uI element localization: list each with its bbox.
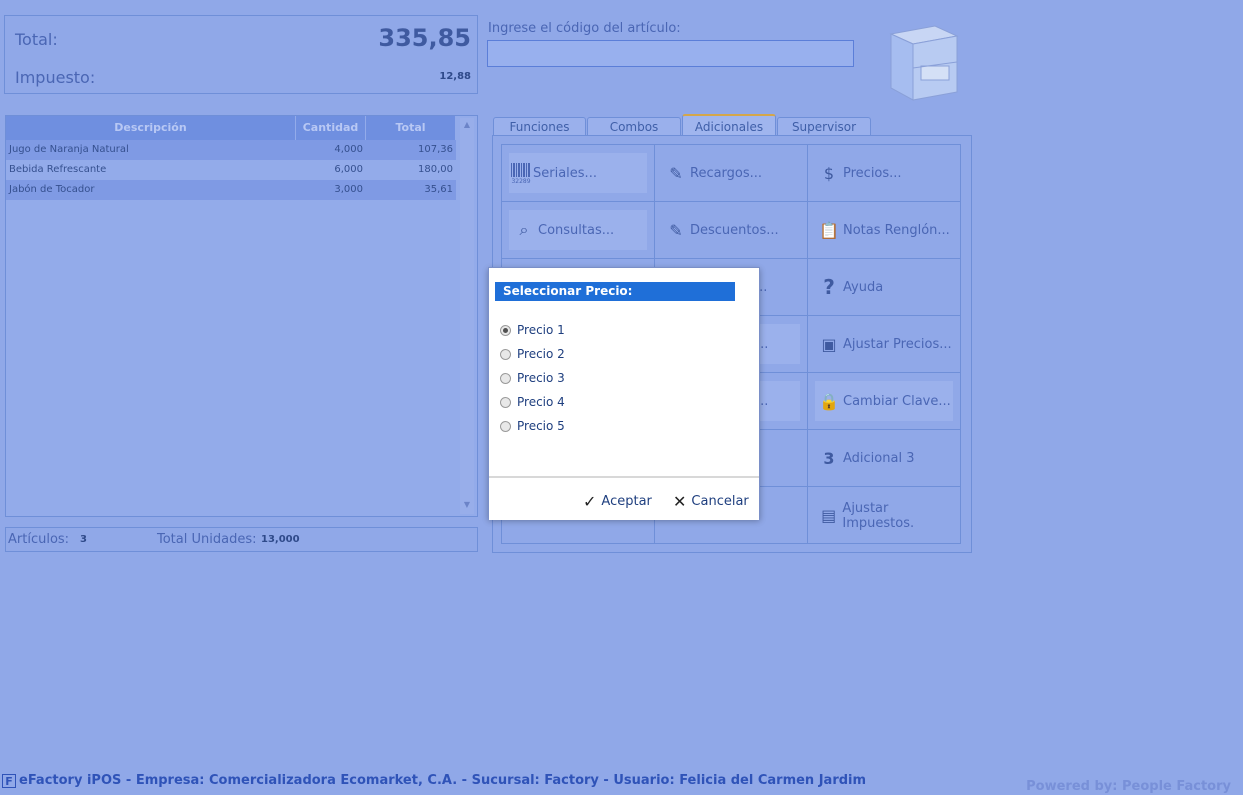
total-units-value: 13,000 — [261, 534, 300, 545]
ajustar-impuestos-label: Ajustar Impuestos. — [842, 500, 915, 531]
clipboard-icon: 📋 — [819, 220, 839, 240]
search-icon: ⌕ — [519, 220, 529, 239]
seriales-label: Seriales... — [533, 165, 597, 181]
status-text: eFactory iPOS - Empresa: Comercializador… — [19, 773, 867, 788]
ayuda-button[interactable]: ? Ayuda — [808, 259, 961, 316]
status-bar: F eFactory iPOS - Empresa: Comercializad… — [2, 773, 866, 788]
articles-value: 3 — [80, 534, 87, 545]
articles-label: Artículos: — [8, 532, 70, 547]
column-header-quantity[interactable]: Cantidad — [296, 116, 366, 140]
radio-button-checked[interactable] — [500, 324, 511, 336]
tax-label: Impuesto: — [15, 68, 96, 87]
price-option-label: Precio 5 — [517, 419, 565, 433]
tab-funciones[interactable]: Funciones — [493, 117, 586, 136]
dollar-icon: $ — [823, 163, 835, 183]
dialog-title: Seleccionar Precio: — [495, 282, 735, 301]
accept-label: Aceptar — [601, 494, 652, 509]
price-option-5[interactable]: Precio 5 — [500, 417, 565, 435]
cell-quantity: 6,000 — [334, 164, 363, 175]
adicional-3-button[interactable]: 3 Adicional 3 — [808, 430, 961, 487]
column-header-total[interactable]: Total — [366, 116, 456, 140]
product-box-image — [889, 25, 959, 101]
price-option-label: Precio 3 — [517, 371, 565, 385]
tab-adicionales[interactable]: Adicionales — [682, 114, 776, 136]
counts-bar: Artículos: 3 Total Unidades: 13,000 — [5, 527, 478, 552]
cell-total: 180,00 — [418, 164, 453, 175]
column-header-description[interactable]: Descripción — [6, 116, 296, 140]
lock-icon: 🔒 — [819, 391, 839, 411]
total-label: Total: — [15, 30, 58, 49]
document-icon: ▤ — [821, 506, 837, 525]
descuentos-icon: ✎ — [669, 220, 683, 240]
price-option-label: Precio 4 — [517, 395, 565, 409]
precios-label: Precios... — [843, 165, 902, 181]
price-option-label: Precio 1 — [517, 323, 565, 337]
cell-description: Bebida Refrescante — [9, 164, 107, 175]
items-table: Descripción Cantidad Total Jugo de Naran… — [5, 115, 478, 517]
scroll-up-icon[interactable]: ▲ — [460, 120, 474, 132]
total-units-label: Total Unidades: — [157, 532, 257, 547]
price-option-1[interactable]: Precio 1 — [500, 321, 565, 339]
close-icon: ✕ — [673, 492, 687, 511]
recargos-label: Recargos... — [690, 165, 763, 181]
efactory-logo-icon: F — [2, 773, 16, 788]
radio-button[interactable] — [500, 372, 511, 384]
cell-quantity: 4,000 — [334, 144, 363, 155]
checkmark-icon: ✓ — [583, 492, 597, 511]
price-option-4[interactable]: Precio 4 — [500, 393, 565, 411]
descuentos-label: Descuentos... — [690, 222, 779, 238]
ayuda-label: Ayuda — [843, 279, 884, 295]
radio-button[interactable] — [500, 348, 511, 360]
dialog-footer: ✓ Aceptar ✕ Cancelar — [489, 476, 759, 520]
cambiar-clave-button[interactable]: 🔒 Cambiar Clave... — [808, 373, 961, 430]
notas-renglon-label: Notas Renglón... — [843, 222, 950, 238]
table-header: Descripción Cantidad Total — [6, 116, 456, 140]
totals-panel: Total: 335,85 Impuesto: 12,88 — [4, 15, 478, 94]
notas-renglon-button[interactable]: 📋 Notas Renglón... — [808, 202, 961, 259]
consultas-label: Consultas... — [538, 222, 615, 238]
recargos-button[interactable]: ✎ Recargos... — [655, 145, 808, 202]
table-row[interactable]: Jabón de Tocador 3,000 35,61 — [6, 180, 456, 200]
cell-description: Jabón de Tocador — [9, 184, 95, 195]
price-option-label: Precio 2 — [517, 347, 565, 361]
price-adjust-icon: ▣ — [821, 334, 837, 354]
cambiar-clave-label: Cambiar Clave... — [843, 393, 951, 409]
table-scrollbar[interactable]: ▲ ▼ — [460, 118, 474, 514]
barcode-caption: 32289 — [511, 178, 530, 185]
tab-supervisor[interactable]: Supervisor — [777, 117, 871, 136]
radio-button[interactable] — [500, 396, 511, 408]
table-row[interactable]: Jugo de Naranja Natural 4,000 107,36 — [6, 140, 456, 160]
price-option-2[interactable]: Precio 2 — [500, 345, 565, 363]
cell-quantity: 3,000 — [334, 184, 363, 195]
cancel-label: Cancelar — [691, 494, 749, 509]
total-value: 335,85 — [378, 24, 471, 52]
cancel-button[interactable]: ✕ Cancelar — [673, 492, 749, 511]
ajustar-precios-label: Ajustar Precios... — [843, 336, 952, 352]
seriales-button[interactable]: 32289 Seriales... — [502, 145, 655, 202]
cell-total: 35,61 — [424, 184, 453, 195]
cell-total: 107,36 — [418, 144, 453, 155]
radio-button[interactable] — [500, 420, 511, 432]
adicional-3-label: Adicional 3 — [843, 450, 915, 466]
select-price-dialog: Seleccionar Precio: Precio 1 Precio 2 Pr… — [488, 267, 760, 520]
powered-by-link[interactable]: Powered by: People Factory — [1026, 779, 1231, 794]
tax-value: 12,88 — [439, 71, 471, 82]
descuentos-button[interactable]: ✎ Descuentos... — [655, 202, 808, 259]
consultas-button[interactable]: ⌕ Consultas... — [502, 202, 655, 259]
precios-button[interactable]: $ Precios... — [808, 145, 961, 202]
recargos-icon: ✎ — [669, 163, 683, 183]
item-code-input[interactable] — [487, 40, 854, 67]
accept-button[interactable]: ✓ Aceptar — [583, 492, 652, 511]
cell-description: Jugo de Naranja Natural — [9, 144, 129, 155]
number-three-icon: 3 — [823, 448, 835, 468]
barcode-icon: 32289 — [511, 163, 531, 185]
ajustar-impuestos-button[interactable]: ▤ Ajustar Impuestos. — [808, 487, 961, 544]
scroll-down-icon[interactable]: ▼ — [460, 500, 474, 512]
ajustar-precios-button[interactable]: ▣ Ajustar Precios... — [808, 316, 961, 373]
tab-combos[interactable]: Combos — [587, 117, 681, 136]
price-option-3[interactable]: Precio 3 — [500, 369, 565, 387]
table-row[interactable]: Bebida Refrescante 6,000 180,00 — [6, 160, 456, 180]
item-code-label: Ingrese el código del artículo: — [488, 21, 681, 36]
question-icon: ? — [823, 275, 835, 299]
